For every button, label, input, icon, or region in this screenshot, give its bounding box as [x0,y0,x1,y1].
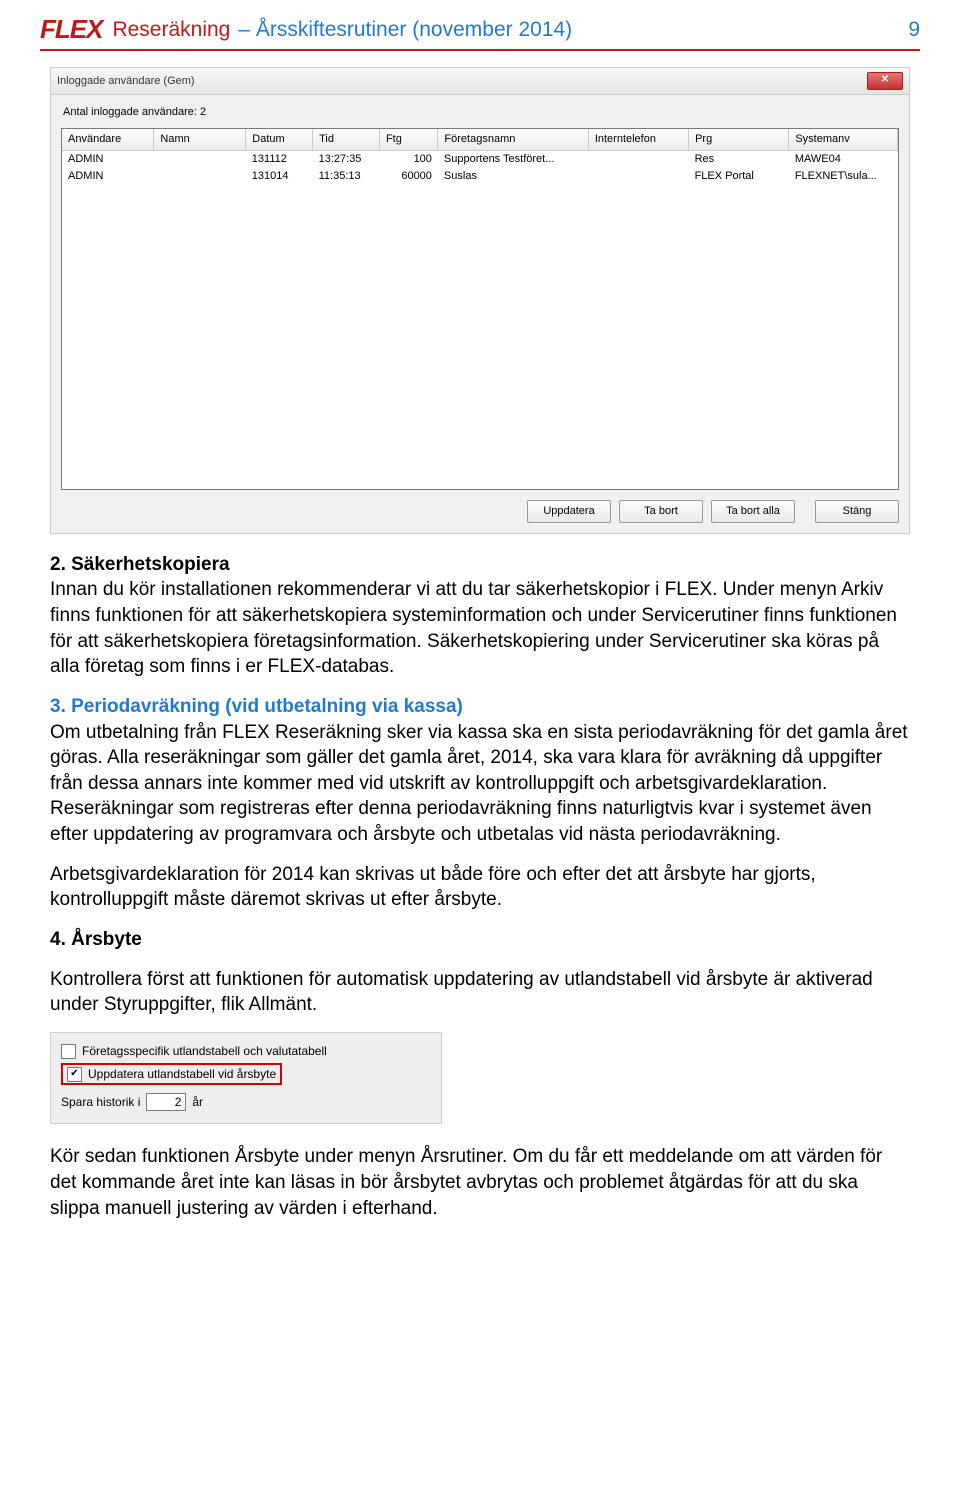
col-tel[interactable]: Interntelefon [588,129,688,150]
cell: 131014 [246,168,313,185]
table-row[interactable]: ADMIN 131112 13:27:35 100 Supportens Tes… [62,150,898,167]
col-sys[interactable]: Systemanv [789,129,898,150]
cell: 60000 [379,168,437,185]
close-icon[interactable]: ✕ [867,72,903,90]
cell: Suslas [438,168,588,185]
app-logo: FLEX [40,14,102,45]
col-prg[interactable]: Prg [689,129,789,150]
col-name[interactable]: Namn [154,129,246,150]
page-header-subtitle: – Årsskiftesrutiner (november 2014) [238,18,908,42]
remove-all-button[interactable]: Ta bort alla [711,500,795,523]
cell: 13:27:35 [313,150,380,167]
section3-paragraph-1: Om utbetalning från FLEX Reseräkning ske… [50,722,908,846]
cell: Res [689,150,789,167]
cell [154,150,246,167]
checkbox-company-specific[interactable] [61,1044,76,1059]
cell: ADMIN [62,168,154,185]
dialog-titlebar: Inloggade användare (Gem) ✕ [51,68,909,95]
settings-panel: Företagsspecifik utlandstabell och valut… [50,1032,442,1124]
cell: MAWE04 [789,150,898,167]
cell: 131112 [246,150,313,167]
section2-paragraph: Innan du kör installationen rekommendera… [50,579,897,677]
table-row[interactable]: ADMIN 131014 11:35:13 60000 Suslas FLEX … [62,168,898,185]
cell: 100 [379,150,437,167]
logged-in-users-dialog: Inloggade användare (Gem) ✕ Antal inlogg… [50,67,910,534]
col-date[interactable]: Datum [246,129,313,150]
close-button[interactable]: Stäng [815,500,899,523]
cell [588,150,688,167]
checkbox-update-foreign-table-label: Uppdatera utlandstabell vid årsbyte [88,1066,276,1082]
checkbox-update-foreign-table[interactable]: ✔ [67,1067,82,1082]
table-header-row: Användare Namn Datum Tid Ftg Företagsnam… [62,129,898,150]
remove-button[interactable]: Ta bort [619,500,703,523]
section2-title: 2. Säkerhetskopiera [50,554,230,575]
cell [154,168,246,185]
section4-title: 4. Årsbyte [50,929,142,950]
dialog-title: Inloggade användare (Gem) [57,74,867,89]
section3-paragraph-2: Arbetsgivardeklaration för 2014 kan skri… [50,862,910,913]
history-label-pre: Spara historik i [61,1094,140,1110]
cell: FLEXNET\sula... [789,168,898,185]
users-table: Användare Namn Datum Tid Ftg Företagsnam… [62,129,898,185]
cell [588,168,688,185]
cell: 11:35:13 [313,168,380,185]
section3-title: 3. Periodavräkning (vid utbetalning via … [50,696,463,717]
highlighted-option: ✔ Uppdatera utlandstabell vid årsbyte [61,1063,282,1085]
cell: FLEX Portal [689,168,789,185]
users-table-container: Användare Namn Datum Tid Ftg Företagsnam… [61,128,899,490]
user-count-label: Antal inloggade användare: 2 [61,103,899,128]
update-button[interactable]: Uppdatera [527,500,611,523]
col-user[interactable]: Användare [62,129,154,150]
history-years-input[interactable]: 2 [146,1093,186,1111]
checkbox-company-specific-label: Företagsspecifik utlandstabell och valut… [82,1043,327,1059]
history-label-post: år [192,1094,203,1110]
col-ftg[interactable]: Ftg [379,129,437,150]
page-number: 9 [908,18,920,42]
cell: ADMIN [62,150,154,167]
page-header-title: Reseräkning [112,18,230,42]
section4-paragraph-1: Kontrollera först att funktionen för aut… [50,967,910,1018]
col-company[interactable]: Företagsnamn [438,129,588,150]
section4-paragraph-2: Kör sedan funktionen Årsbyte under menyn… [50,1144,910,1221]
col-time[interactable]: Tid [313,129,380,150]
cell: Supportens Testföret... [438,150,588,167]
header-divider [40,49,920,51]
